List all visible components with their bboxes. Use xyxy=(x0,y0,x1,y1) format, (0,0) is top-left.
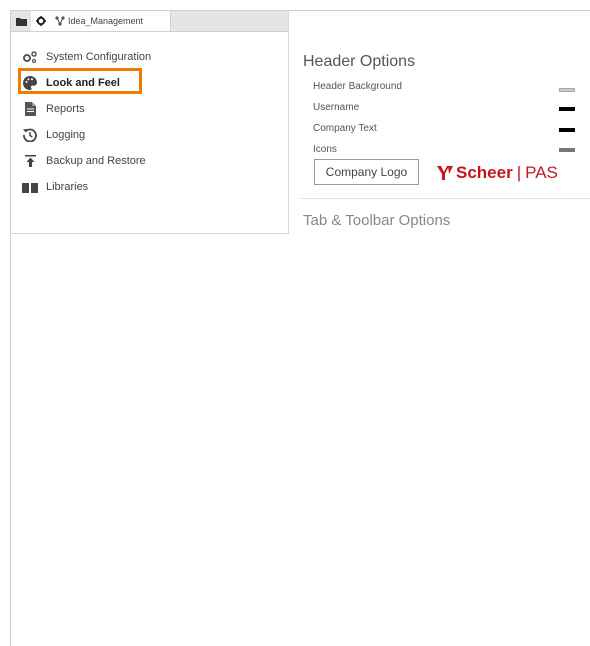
sidebar-item-label: Reports xyxy=(46,103,85,115)
gears-icon xyxy=(23,51,37,63)
tab-bar: Idea_Management xyxy=(11,11,288,32)
color-swatch-company-text[interactable] xyxy=(559,128,575,132)
brand-name: Scheer xyxy=(456,163,513,182)
gear-icon xyxy=(36,16,46,26)
selection-highlight xyxy=(18,68,142,94)
option-username: Username xyxy=(313,102,360,113)
project-network-icon xyxy=(55,16,65,26)
sidebar-item-label: Logging xyxy=(46,129,86,141)
scheer-logo-icon xyxy=(437,166,453,180)
color-swatch-username[interactable] xyxy=(559,107,575,111)
sidebar-item-label: System Configuration xyxy=(46,51,152,63)
sidebar-item-label: Libraries xyxy=(46,181,89,193)
option-icons: Icons xyxy=(313,144,337,155)
history-icon xyxy=(23,128,37,142)
sidebar-item-reports[interactable]: Reports xyxy=(11,96,288,122)
option-header-background: Header Background xyxy=(313,81,402,92)
sidebar-item-label: Backup and Restore xyxy=(46,155,146,167)
navigation-pane: Idea_Management System Configuration Loo… xyxy=(11,11,289,234)
document-icon xyxy=(24,102,36,116)
tab-administration[interactable] xyxy=(31,11,51,31)
sidebar-item-backup-and-restore[interactable]: Backup and Restore xyxy=(11,148,288,174)
section-title-tab-toolbar-options: Tab & Toolbar Options xyxy=(303,212,451,229)
section-title-header-options: Header Options xyxy=(303,53,416,70)
color-swatch-header-background[interactable] xyxy=(559,88,575,92)
tab-project[interactable]: Idea_Management xyxy=(51,11,171,31)
sidebar-menu: System Configuration Look and Feel Repor… xyxy=(11,44,288,200)
option-company-text: Company Text xyxy=(313,123,377,134)
sidebar-item-look-and-feel[interactable]: Look and Feel xyxy=(11,68,288,96)
tab-project-label: Idea_Management xyxy=(68,16,144,26)
sidebar-item-libraries[interactable]: Libraries xyxy=(11,174,288,200)
color-swatch-icons[interactable] xyxy=(559,148,575,152)
company-logo: Scheer | PAS xyxy=(437,161,558,185)
sidebar-item-logging[interactable]: Logging xyxy=(11,122,288,148)
brand-separator: | xyxy=(516,163,522,182)
section-divider xyxy=(301,198,590,199)
books-icon xyxy=(22,182,38,193)
company-logo-button[interactable]: Company Logo xyxy=(314,159,419,185)
window-frame: Idea_Management System Configuration Loo… xyxy=(10,10,590,646)
upload-icon xyxy=(24,155,36,167)
folder-icon xyxy=(15,17,27,26)
tab-explorer[interactable] xyxy=(11,11,31,31)
sidebar-item-system-configuration[interactable]: System Configuration xyxy=(11,44,288,70)
settings-pane: Header Options Header Background Usernam… xyxy=(289,11,590,237)
brand-suffix: PAS xyxy=(525,163,558,182)
